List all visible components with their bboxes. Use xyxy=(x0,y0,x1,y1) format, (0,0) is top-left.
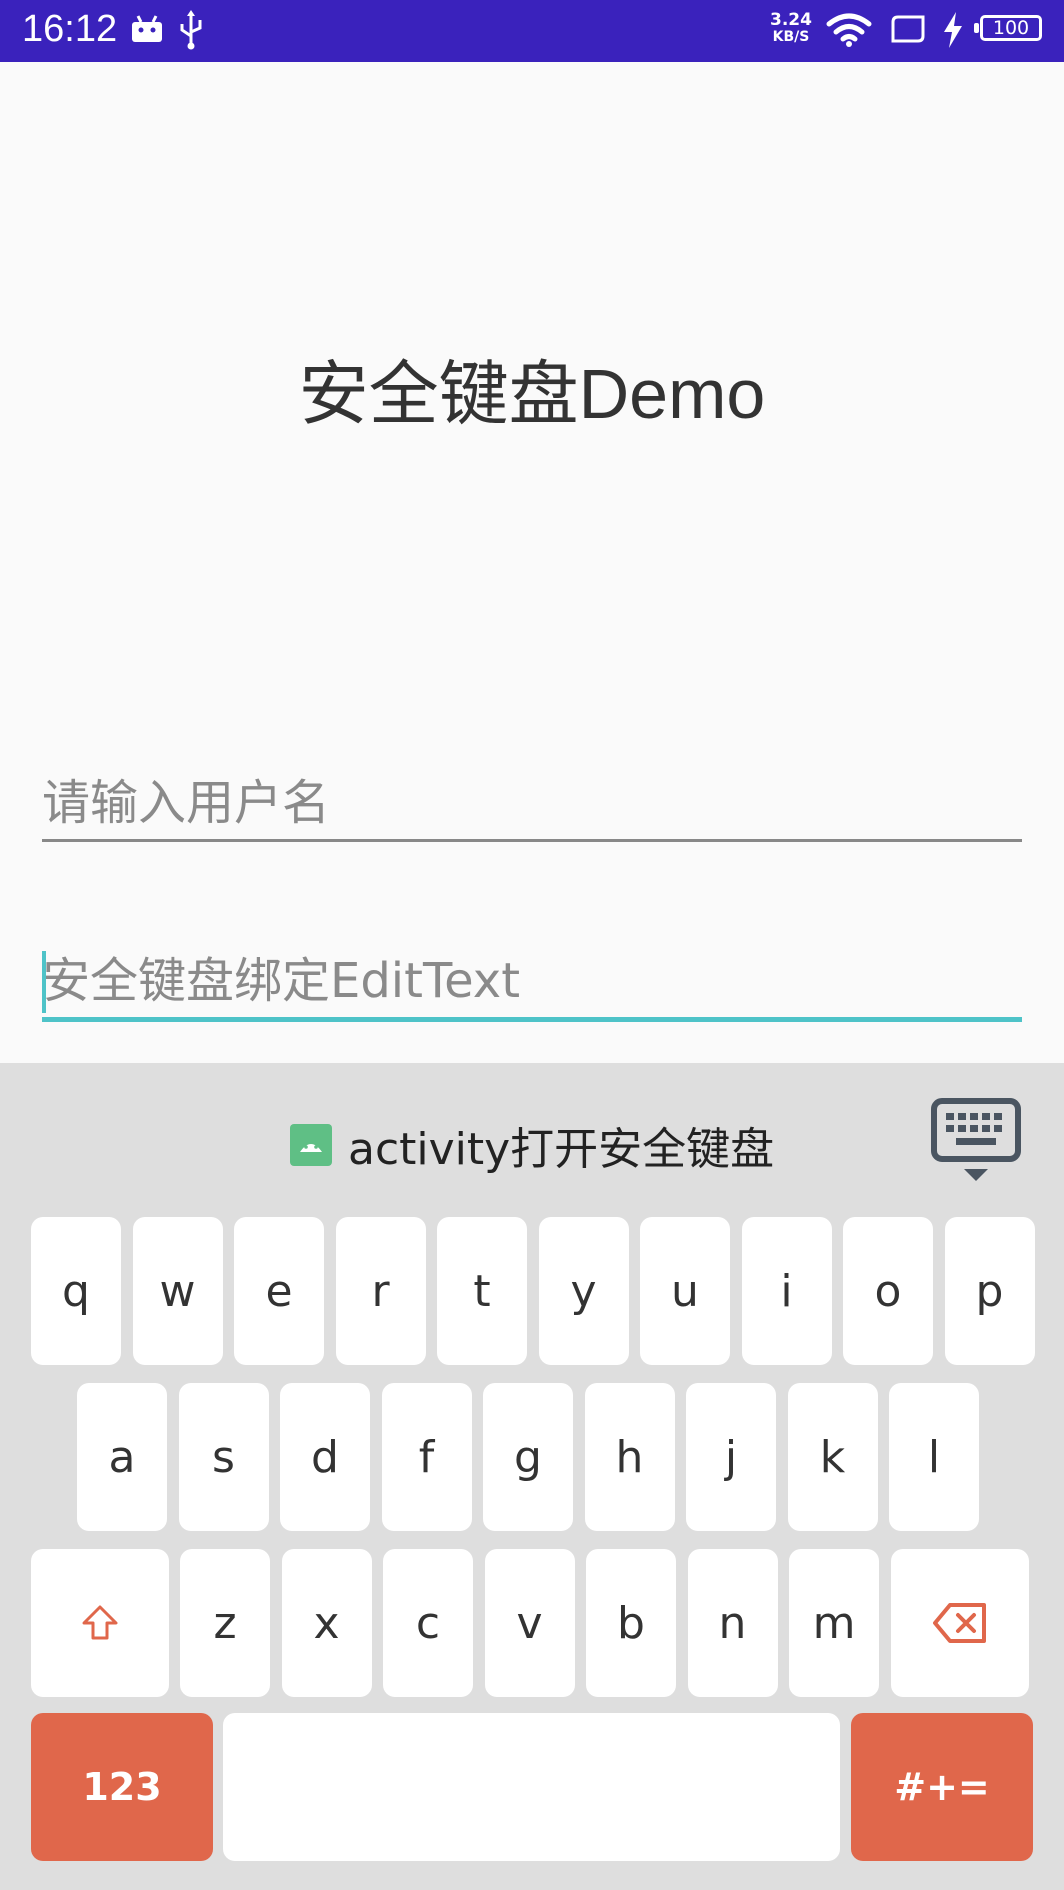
key-o[interactable]: o xyxy=(843,1217,933,1365)
key-p[interactable]: p xyxy=(944,1217,1035,1365)
hide-keyboard-icon[interactable] xyxy=(930,1097,1022,1183)
key-z[interactable]: z xyxy=(180,1549,270,1697)
delete-key[interactable] xyxy=(891,1549,1029,1697)
keyboard-title-label: activity打开安全键盘 xyxy=(348,1124,775,1175)
key-r[interactable]: r xyxy=(335,1217,426,1365)
keyboard-title: activity打开安全键盘 xyxy=(290,1115,774,1175)
key-s[interactable]: s xyxy=(178,1383,269,1531)
secure-placeholder: 安全键盘绑定EditText xyxy=(42,953,521,1009)
key-w[interactable]: w xyxy=(132,1217,223,1365)
key-b[interactable]: b xyxy=(586,1549,676,1697)
key-q[interactable]: q xyxy=(31,1217,121,1365)
backspace-icon xyxy=(933,1603,986,1643)
numbers-key[interactable]: 123 xyxy=(31,1713,213,1861)
key-t[interactable]: t xyxy=(437,1217,527,1365)
username-placeholder: 请输入用户名 xyxy=(42,775,331,831)
key-l[interactable]: l xyxy=(889,1383,979,1531)
key-n[interactable]: n xyxy=(687,1549,778,1697)
android-app-icon xyxy=(290,1124,332,1166)
key-a[interactable]: a xyxy=(77,1383,167,1531)
key-e[interactable]: e xyxy=(234,1217,324,1365)
android-icon xyxy=(132,15,162,42)
key-y[interactable]: y xyxy=(538,1217,629,1365)
usb-icon xyxy=(180,10,202,50)
key-i[interactable]: i xyxy=(741,1217,832,1365)
key-j[interactable]: j xyxy=(686,1383,776,1531)
key-h[interactable]: h xyxy=(584,1383,675,1531)
key-m[interactable]: m xyxy=(789,1549,879,1697)
key-k[interactable]: k xyxy=(787,1383,878,1531)
wifi-icon xyxy=(826,13,872,47)
key-v[interactable]: v xyxy=(484,1549,575,1697)
key-c[interactable]: c xyxy=(383,1549,473,1697)
charging-icon xyxy=(944,12,962,48)
text-cursor xyxy=(42,951,46,1013)
status-bar: 16:12 3.24 KB/S 100 xyxy=(0,0,1064,62)
keyboard-header: activity打开安全键盘 xyxy=(0,1063,1064,1213)
key-x[interactable]: x xyxy=(281,1549,372,1697)
page-title: 安全键盘Demo xyxy=(298,355,766,433)
secure-edittext[interactable]: 安全键盘绑定EditText xyxy=(42,945,1022,1022)
status-time: 16:12 xyxy=(22,8,118,50)
key-u[interactable]: u xyxy=(640,1217,730,1365)
key-g[interactable]: g xyxy=(483,1383,573,1531)
screen-icon xyxy=(891,15,925,43)
key-f[interactable]: f xyxy=(381,1383,472,1531)
key-d[interactable]: d xyxy=(280,1383,370,1531)
symbols-key[interactable]: #+= xyxy=(851,1713,1033,1861)
shift-key[interactable] xyxy=(31,1549,169,1697)
net-speed: 3.24 KB/S xyxy=(770,10,812,46)
shift-icon xyxy=(82,1605,118,1640)
battery-icon: 100 xyxy=(974,15,1042,41)
username-input[interactable]: 请输入用户名 xyxy=(42,767,1022,842)
space-key[interactable] xyxy=(223,1713,840,1861)
secure-keyboard: activity打开安全键盘 qwertyuiop asdfghjkl zxcvbn… xyxy=(0,1063,1064,1890)
